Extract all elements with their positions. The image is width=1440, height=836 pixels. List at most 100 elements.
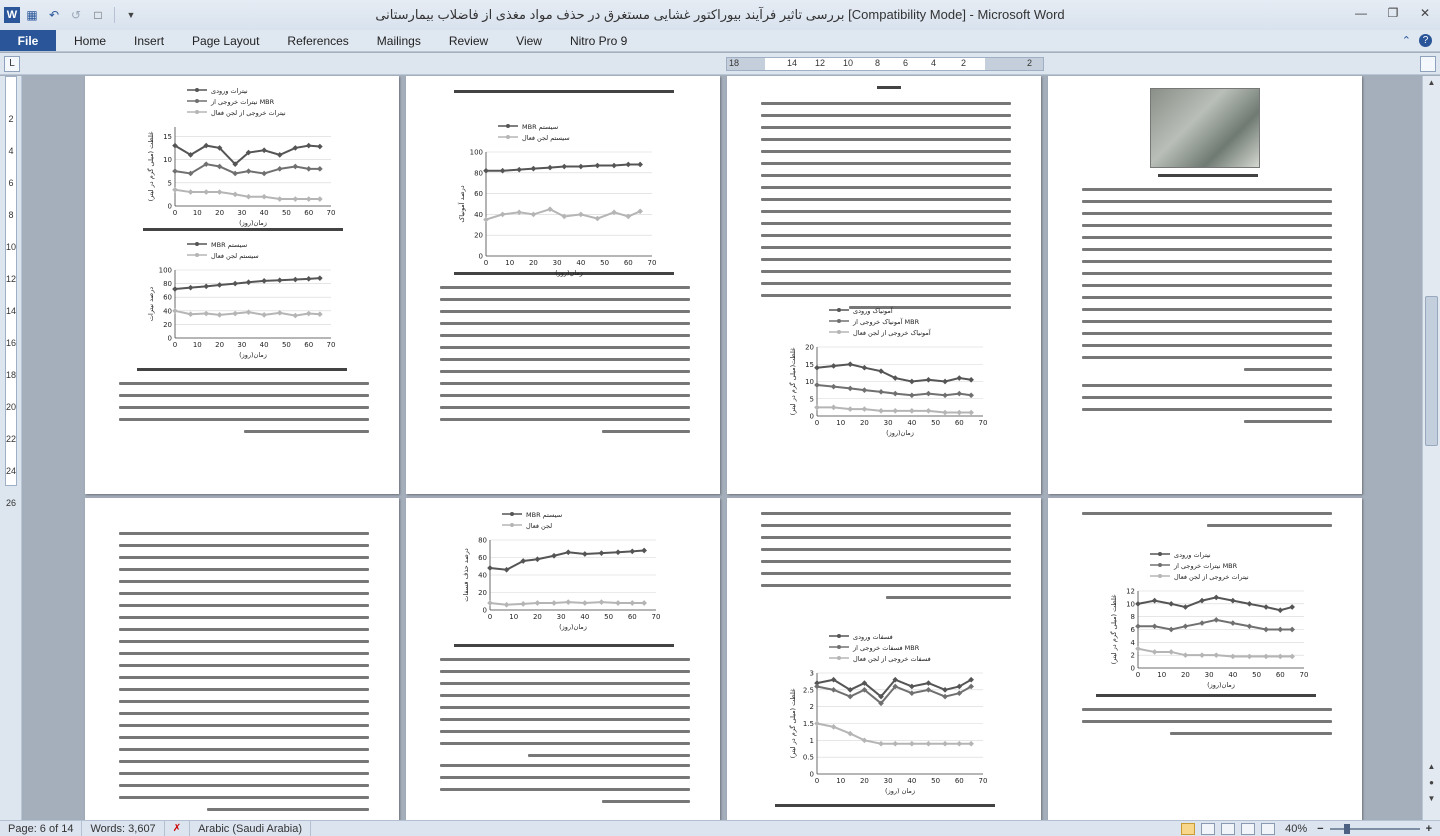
x-tick-label: 20 (215, 209, 224, 217)
word-count[interactable]: Words: 3,607 (82, 820, 165, 836)
text-line (440, 334, 690, 337)
tab-file[interactable]: File (0, 30, 56, 51)
zoom-level[interactable]: 40% (1281, 823, 1311, 835)
help-icon[interactable]: ? (1419, 34, 1432, 47)
tab-mailings[interactable]: Mailings (363, 30, 435, 51)
tab-references[interactable]: References (273, 30, 362, 51)
text-line (440, 764, 690, 767)
y-axis-label: درصد نیترات (147, 287, 155, 321)
tab-selector-icon[interactable]: L (4, 56, 20, 72)
data-point (245, 309, 252, 315)
data-point (909, 690, 915, 697)
zoom-out-button[interactable]: − (1317, 823, 1323, 835)
tab-insert[interactable]: Insert (120, 30, 178, 51)
data-point (892, 407, 899, 414)
page-thumbnail (85, 498, 399, 820)
y-tick-label: 0 (1131, 665, 1135, 673)
select-browse-object-icon[interactable]: ● (1425, 778, 1438, 792)
language-indicator[interactable]: Arabic (Saudi Arabia) (190, 820, 312, 836)
full-screen-reading-view-button[interactable] (1201, 822, 1216, 835)
text-line (761, 548, 1011, 551)
data-point (172, 286, 178, 292)
horizontal-ruler[interactable]: 18 14 12 10 8 6 4 2 2 (726, 57, 1044, 71)
data-point (861, 364, 868, 371)
text-line (761, 114, 1011, 117)
text-line (119, 772, 369, 775)
y-axis-label: درصد آمونیاک (457, 185, 466, 222)
data-point (968, 409, 974, 416)
tab-nitro-pro[interactable]: Nitro Pro 9 (556, 30, 641, 51)
restore-icon[interactable]: ❐ (1384, 4, 1402, 22)
data-point (305, 310, 312, 317)
print-layout-view-button[interactable] (1181, 822, 1196, 835)
customize-toolbar-icon[interactable]: ▼ (121, 5, 141, 25)
redo-icon[interactable]: ↺ (66, 5, 86, 25)
web-layout-view-button[interactable] (1221, 822, 1236, 835)
page-count[interactable]: Page: 6 of 14 (0, 820, 83, 836)
document-area[interactable]: نیترات ورودی نیترات خروجی از MBR نیترات خر… (23, 76, 1421, 820)
data-point (611, 162, 617, 169)
x-tick-label: 60 (1276, 671, 1285, 679)
zoom-slider-knob[interactable] (1343, 823, 1350, 834)
horizontal-ruler-bar: L 18 14 12 10 8 6 4 2 2 (0, 53, 1440, 75)
draft-view-button[interactable] (1261, 822, 1276, 835)
y-tick-label: 10 (805, 378, 814, 386)
data-point (968, 740, 974, 747)
data-point (292, 196, 299, 202)
text-line (440, 394, 690, 397)
y-tick-label: 80 (163, 280, 172, 288)
tab-review[interactable]: Review (435, 30, 502, 51)
undo-icon[interactable]: ↶ (44, 5, 64, 25)
data-point (317, 165, 323, 172)
zoom-slider[interactable] (1329, 823, 1420, 835)
data-point (1246, 623, 1253, 630)
text-line (119, 418, 369, 421)
zoom-in-button[interactable]: + (1426, 823, 1432, 835)
data-point (520, 601, 527, 607)
previous-page-icon[interactable]: ▲ (1425, 762, 1438, 776)
data-point (925, 680, 932, 686)
data-point (909, 683, 915, 690)
y-tick-label: 20 (805, 344, 814, 352)
legend-label: سیستم لجن فعال (522, 134, 570, 142)
x-tick-label: 0 (173, 209, 177, 217)
data-point (1151, 597, 1158, 604)
y-tick-label: 8 (1131, 613, 1135, 621)
tab-home[interactable]: Home (56, 30, 120, 51)
x-tick-label: 30 (1205, 671, 1214, 679)
data-point (1263, 626, 1269, 633)
close-icon[interactable]: ✕ (1416, 4, 1434, 22)
outline-view-button[interactable] (1241, 822, 1256, 835)
minimize-icon[interactable]: — (1352, 4, 1370, 22)
text-line (1082, 272, 1332, 275)
line-chart: فسفات ورودی فسفات خروجی از MBR فسفات خروجی… (787, 622, 997, 800)
data-point (878, 389, 884, 395)
vertical-scrollbar[interactable]: ▲ ▲ ● ▼ (1422, 76, 1440, 820)
next-page-icon[interactable]: ▼ (1425, 794, 1438, 808)
data-point (814, 382, 820, 388)
vertical-ruler[interactable]: 2 4 6 8 10 12 14 16 18 20 22 24 26 (0, 76, 22, 820)
scrollbar-thumb[interactable] (1425, 296, 1438, 446)
legend-marker (195, 99, 199, 103)
data-point (1151, 623, 1158, 630)
ribbon-collapse-icon[interactable]: ⌃ (1402, 34, 1411, 47)
word-app-icon[interactable]: W (4, 7, 20, 23)
x-tick-label: 70 (648, 259, 657, 267)
text-line (761, 258, 1011, 261)
scroll-up-icon[interactable]: ▲ (1425, 78, 1438, 92)
text-line (1082, 212, 1332, 215)
view-ruler-icon[interactable] (1420, 56, 1436, 72)
text-line (119, 592, 369, 595)
new-document-icon[interactable]: □ (88, 5, 108, 25)
x-tick-label: 30 (557, 613, 566, 621)
tab-page-layout[interactable]: Page Layout (178, 30, 273, 51)
vertical-ruler-number: 18 (5, 370, 16, 380)
save-icon[interactable]: ▦ (22, 5, 42, 25)
legend-marker (195, 253, 199, 257)
text-line (440, 742, 690, 745)
text-line (119, 748, 369, 751)
data-point (925, 390, 932, 397)
tab-view[interactable]: View (502, 30, 556, 51)
proofing-icon[interactable]: ✗ (165, 820, 191, 836)
text-line (440, 682, 690, 685)
